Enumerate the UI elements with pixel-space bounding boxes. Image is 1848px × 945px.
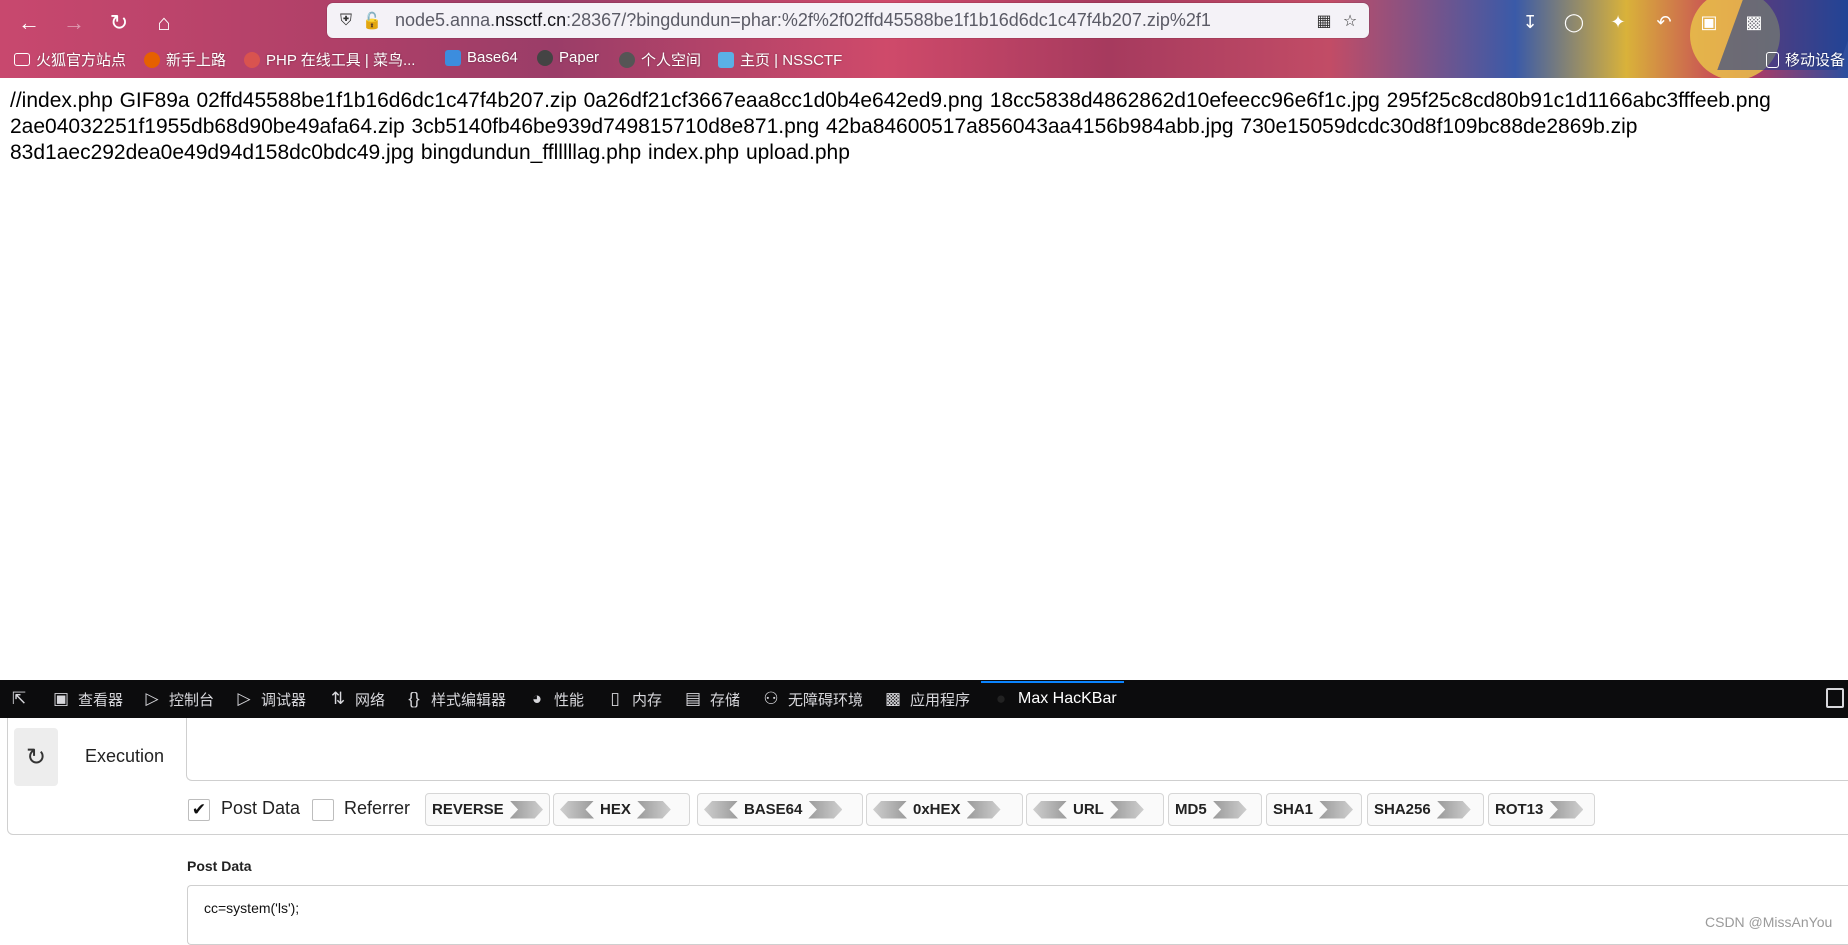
profile-icon xyxy=(619,51,635,68)
watermark: CSDN @MissAnYou xyxy=(1705,914,1833,930)
dock-side-icon[interactable] xyxy=(1826,688,1844,708)
network-icon: ⇅ xyxy=(330,689,346,708)
console-icon: ▷ xyxy=(145,689,159,708)
inspector-icon: ▣ xyxy=(52,689,70,708)
base64-button[interactable]: BASE64 xyxy=(697,793,863,826)
tab-max-hackbar[interactable]: ● Max HacKBar xyxy=(992,680,1117,718)
element-picker-icon: ⇱ xyxy=(11,689,27,708)
referrer-checkbox-label: Referrer xyxy=(344,798,411,818)
reload-icon[interactable]: ↻ xyxy=(104,8,134,38)
braces-icon: {} xyxy=(408,689,420,708)
post-data-title: Post Data xyxy=(187,858,252,874)
bookmark-star-icon[interactable]: ☆ xyxy=(1337,8,1363,34)
address-bar[interactable]: ⛨ 🔓 node5.anna.nssctf.cn:28367/?bingdund… xyxy=(327,3,1369,38)
grid-icon: ▩ xyxy=(884,689,902,708)
storage-icon: ▤ xyxy=(684,689,702,708)
chevron-right-icon xyxy=(1549,800,1584,819)
reverse-button[interactable]: REVERSE xyxy=(425,793,550,826)
runoob-icon xyxy=(244,51,260,68)
sha256-button[interactable]: SHA256 xyxy=(1367,793,1484,826)
shield-icon[interactable]: ⛨ xyxy=(333,8,359,34)
chevron-right-icon xyxy=(1212,800,1247,819)
bookmark-item[interactable]: Base64 xyxy=(445,49,518,66)
tab-console[interactable]: ▷ 控制台 xyxy=(143,680,214,718)
chevron-left-icon xyxy=(1033,800,1067,819)
undo-icon[interactable]: ↶ xyxy=(1650,8,1678,36)
browser-toolbar: ← → ↻ ⌂ ⛨ 🔓 node5.anna.nssctf.cn:28367/?… xyxy=(0,0,1848,78)
url-text[interactable]: node5.anna.nssctf.cn:28367/?bingdundun=p… xyxy=(395,10,1311,31)
hackbar-icon: ● xyxy=(995,689,1007,708)
insecure-lock-icon[interactable]: 🔓 xyxy=(359,8,385,34)
tab-inspector[interactable]: ▣ 查看器 xyxy=(52,680,123,718)
bookmark-item[interactable]: 移动设备 xyxy=(1766,49,1845,70)
tab-memory[interactable]: ▯ 内存 xyxy=(606,680,662,718)
page-viewport: //index.php GIF89a 02ffd45588be1f1b16d6d… xyxy=(0,78,1848,680)
back-icon[interactable]: ← xyxy=(14,8,44,38)
tab-storage[interactable]: ▤ 存储 xyxy=(684,680,740,718)
qr-code-icon[interactable]: ▦ xyxy=(1311,8,1337,34)
md5-button[interactable]: MD5 xyxy=(1168,793,1262,826)
tab-style-editor[interactable]: {} 样式编辑器 xyxy=(405,680,506,718)
post-data-checkbox[interactable]: ✔ xyxy=(188,799,210,821)
chevron-right-icon xyxy=(966,800,1001,819)
memory-chip-icon: ▯ xyxy=(610,689,620,708)
chevron-right-icon xyxy=(1109,800,1144,819)
tab-network[interactable]: ⇅ 网络 xyxy=(329,680,385,718)
gauge-icon: ◕ xyxy=(531,689,543,708)
tab-application[interactable]: ▩ 应用程序 xyxy=(884,680,970,718)
accessibility-icon: ⚇ xyxy=(763,689,779,708)
chevron-right-icon xyxy=(636,800,671,819)
sync-icon[interactable]: ◯ xyxy=(1560,8,1588,36)
bookmark-item[interactable]: PHP 在线工具 | 菜鸟... xyxy=(244,49,415,70)
tab-performance[interactable]: ◕ 性能 xyxy=(528,680,584,718)
chevron-left-icon xyxy=(560,800,594,819)
bookmark-item[interactable]: 个人空间 xyxy=(619,49,701,70)
puzzle-icon[interactable]: ▩ xyxy=(1740,8,1768,36)
hex-button[interactable]: HEX xyxy=(553,793,690,826)
chevron-right-icon xyxy=(509,800,543,819)
url-button[interactable]: URL xyxy=(1026,793,1164,826)
chevron-left-icon xyxy=(873,800,907,819)
url-textarea[interactable] xyxy=(186,718,1848,781)
home-icon[interactable]: ⌂ xyxy=(149,8,179,38)
forward-icon[interactable]: → xyxy=(59,8,89,38)
paper-icon xyxy=(537,49,553,66)
tab-accessibility[interactable]: ⚇ 无障碍环境 xyxy=(762,680,863,718)
rot13-button[interactable]: ROT13 xyxy=(1488,793,1595,826)
post-data-textarea[interactable]: cc=system('ls'); xyxy=(187,885,1848,945)
nssctf-icon xyxy=(718,51,734,68)
chevron-right-icon xyxy=(808,800,843,819)
directory-listing-output: //index.php GIF89a 02ffd45588be1f1b16d6d… xyxy=(10,89,1771,164)
tab-debugger[interactable]: ▷ 调试器 xyxy=(235,680,306,718)
post-data-checkbox-label: Post Data xyxy=(221,798,301,818)
0xhex-button[interactable]: 0xHEX xyxy=(866,793,1023,826)
extensions-icon[interactable]: ✦ xyxy=(1604,8,1632,36)
folder-icon xyxy=(14,53,30,66)
checkmark-icon: ✔ xyxy=(191,800,207,819)
execution-label[interactable]: Execution xyxy=(85,746,164,767)
bookmarks-bar: 火狐官方站点 新手上路 PHP 在线工具 | 菜鸟... Base64 Pape… xyxy=(0,45,1848,75)
sha1-button[interactable]: SHA1 xyxy=(1266,793,1362,826)
base64-icon xyxy=(445,49,461,66)
bookmark-item[interactable]: 火狐官方站点 xyxy=(14,49,126,70)
chevron-right-icon xyxy=(1319,800,1354,819)
download-icon[interactable]: ↧ xyxy=(1516,8,1544,36)
bookmark-item[interactable]: Paper xyxy=(537,49,599,66)
debugger-icon: ▷ xyxy=(237,689,251,708)
element-picker-button[interactable]: ⇱ xyxy=(10,680,28,718)
chevron-left-icon xyxy=(704,800,738,819)
mobile-device-icon xyxy=(1766,51,1779,68)
chevron-right-icon xyxy=(1436,800,1471,819)
firefox-icon xyxy=(144,51,160,68)
bookmark-item[interactable]: 新手上路 xyxy=(144,49,226,70)
bookmark-item[interactable]: 主页 | NSSCTF xyxy=(718,49,842,70)
extension-icon[interactable]: ▣ xyxy=(1695,8,1723,36)
referrer-checkbox[interactable] xyxy=(312,799,334,821)
execute-refresh-icon[interactable]: ↻ xyxy=(14,728,58,786)
